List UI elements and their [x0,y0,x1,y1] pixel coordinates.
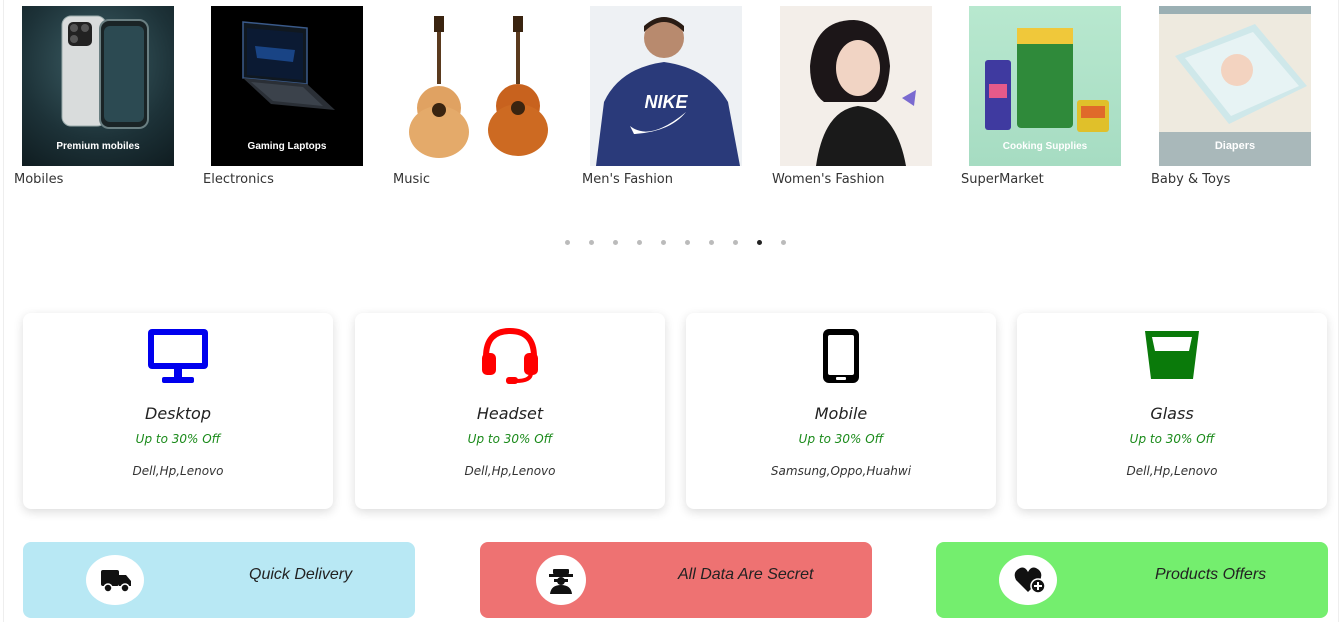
carousel-dot[interactable] [589,240,594,245]
truck-icon-circle [86,555,144,605]
card-title: Glass [1150,404,1194,423]
card-headset[interactable]: Headset Up to 30% Off Dell,Hp,Lenovo [355,313,665,509]
carousel-dot[interactable] [613,240,618,245]
supermarket-image[interactable]: Cooking Supplies [969,6,1121,166]
category-label[interactable]: Women's Fashion [772,172,885,187]
user-secret-icon [549,569,573,594]
carousel-dot[interactable] [757,240,762,245]
card-brands: Dell,Hp,Lenovo [464,464,556,478]
banner-data-secret[interactable]: All Data Are Secret [480,542,872,618]
carousel-dot[interactable] [565,240,570,245]
carousel-dot[interactable] [781,240,786,245]
mens-fashion-image[interactable]: NIKE [590,6,742,166]
card-glass[interactable]: Glass Up to 30% Off Dell,Hp,Lenovo [1017,313,1327,509]
truck-icon [101,570,131,593]
banner-quick-delivery[interactable]: Quick Delivery [23,542,415,618]
card-offer: Up to 30% Off [1129,432,1215,446]
category-label[interactable]: Electronics [203,172,274,187]
banner-products-offers[interactable]: Products Offers [936,542,1328,618]
baby-toys-image[interactable]: Diapers [1159,6,1311,166]
card-title: Desktop [145,404,211,423]
woman-illustration [810,20,916,166]
card-desktop[interactable]: Desktop Up to 30% Off Dell,Hp,Lenovo [23,313,333,509]
category-label[interactable]: Baby & Toys [1151,172,1230,187]
card-brands: Dell,Hp,Lenovo [1126,464,1218,478]
mobiles-caption: Premium mobiles [56,141,140,152]
heart-plus-icon-circle [999,555,1057,605]
card-offer: Up to 30% Off [467,432,553,446]
mobiles-image[interactable]: Premium mobiles [22,6,174,166]
glass-icon [1017,327,1327,389]
banner-label: Products Offers [1155,566,1267,583]
carousel-dot[interactable] [661,240,666,245]
banner-label: Quick Delivery [249,566,353,583]
carousel-dot[interactable] [685,240,690,245]
card-mobile[interactable]: Mobile Up to 30% Off Samsung,Oppo,Huahwi [686,313,996,509]
baby-toys-caption: Diapers [1214,140,1256,152]
carousel-dot[interactable] [637,240,642,245]
headset-icon [355,327,665,389]
card-title: Headset [476,404,544,423]
music-image[interactable] [401,6,553,166]
mobile-icon [686,327,996,389]
guitars-illustration [409,16,548,158]
card-brands: Samsung,Oppo,Huahwi [770,464,912,478]
card-offer: Up to 30% Off [798,432,884,446]
electronics-image[interactable]: Gaming Laptops [211,6,363,166]
desktop-icon [23,327,333,389]
carousel-dot[interactable] [709,240,714,245]
card-brands: Dell,Hp,Lenovo [132,464,224,478]
electronics-caption: Gaming Laptops [247,141,327,152]
user-secret-icon-circle [536,555,586,605]
category-label[interactable]: Music [393,172,430,187]
carousel-dot[interactable] [733,240,738,245]
card-offer: Up to 30% Off [135,432,221,446]
supermarket-caption: Cooking Supplies [1002,141,1088,152]
heart-plus-icon [1014,567,1046,594]
category-carousel: Premium mobiles Mobiles Gaming Laptops E… [0,0,1340,260]
category-label[interactable]: Mobiles [14,172,63,187]
category-label[interactable]: SuperMarket [961,172,1044,187]
category-label[interactable]: Men's Fashion [582,172,673,187]
banner-label: All Data Are Secret [678,566,814,583]
womens-fashion-image[interactable] [780,6,932,166]
mens-fashion-caption: NIKE [644,92,688,112]
card-title: Mobile [814,404,868,423]
hoodie-illustration [596,17,740,166]
